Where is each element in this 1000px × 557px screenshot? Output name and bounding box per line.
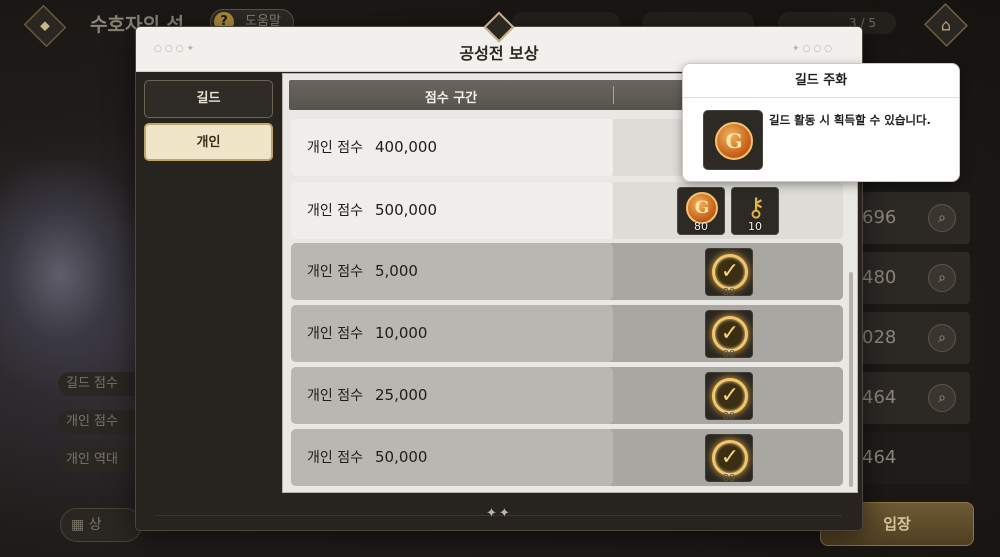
guild-coin-icon: G bbox=[715, 122, 753, 160]
row-label: 개인 점수 50,000 bbox=[291, 429, 613, 486]
bg-score-row: 696 ⌕ bbox=[862, 192, 970, 244]
home-icon: ⌂ bbox=[940, 15, 952, 35]
row-rewards: ✓ 80 bbox=[613, 367, 843, 424]
row-rewards: G 80 ⚷ 10 bbox=[613, 182, 843, 239]
table-row: 개인 점수 50,000 ✓ 80 bbox=[291, 429, 843, 486]
claimed-reward[interactable]: ✓ 80 bbox=[705, 372, 753, 422]
tooltip-item-frame: G bbox=[703, 110, 763, 170]
footer-ornament-icon: ✦✦ bbox=[486, 506, 512, 521]
item-quantity: 80 bbox=[722, 349, 736, 360]
background-right-list: 696 ⌕ 480 ⌕ 028 ⌕ 464 ⌕ 464 bbox=[862, 192, 970, 492]
tooltip-title: 길드 주화 bbox=[683, 64, 959, 98]
tab-guild[interactable]: 길드 bbox=[144, 80, 273, 118]
bg-score-row: 464 ⌕ bbox=[862, 372, 970, 424]
table-row: 개인 점수 500,000 G 80 ⚷ 10 bbox=[291, 182, 843, 239]
bg-score-row: 028 ⌕ bbox=[862, 312, 970, 364]
check-icon: ✓ bbox=[712, 440, 748, 476]
row-label: 개인 점수 400,000 bbox=[291, 119, 613, 176]
row-label: 개인 점수 25,000 bbox=[291, 367, 613, 424]
shop-button[interactable]: ▦ 상 bbox=[60, 508, 142, 542]
back-icon: ◆ bbox=[40, 18, 50, 33]
tab-personal[interactable]: 개인 bbox=[144, 123, 273, 161]
scrollbar[interactable] bbox=[849, 272, 853, 487]
column-divider bbox=[613, 86, 614, 104]
shop-icon: ▦ bbox=[71, 517, 89, 533]
home-button[interactable]: ⌂ bbox=[923, 2, 969, 48]
check-icon: ✓ bbox=[712, 316, 748, 352]
key-item[interactable]: ⚷ 10 bbox=[731, 187, 779, 235]
claimed-reward[interactable]: ✓ 80 bbox=[705, 310, 753, 360]
item-quantity: 80 bbox=[694, 220, 708, 233]
column-header-score-range: 점수 구간 bbox=[424, 91, 478, 106]
row-rewards: ✓ 80 bbox=[613, 243, 843, 300]
item-quantity: 80 bbox=[722, 411, 736, 422]
guild-coin-item[interactable]: G 80 bbox=[677, 187, 725, 235]
table-row: 개인 점수 10,000 ✓ 80 bbox=[291, 305, 843, 362]
item-quantity: 80 bbox=[722, 287, 736, 298]
bg-score-row: 480 ⌕ bbox=[862, 252, 970, 304]
row-label: 개인 점수 10,000 bbox=[291, 305, 613, 362]
back-button[interactable]: ◆ bbox=[23, 4, 67, 48]
table-row: 개인 점수 5,000 ✓ 80 bbox=[291, 243, 843, 300]
tooltip-description: 길드 활동 시 획득할 수 있습니다. bbox=[769, 113, 931, 127]
row-rewards: ✓ 80 bbox=[613, 305, 843, 362]
character-art bbox=[0, 160, 150, 390]
check-icon: ✓ bbox=[712, 378, 748, 414]
row-label: 개인 점수 500,000 bbox=[291, 182, 613, 239]
row-label: 개인 점수 5,000 bbox=[291, 243, 613, 300]
search-icon[interactable]: ⌕ bbox=[928, 324, 956, 352]
search-icon[interactable]: ⌕ bbox=[928, 204, 956, 232]
item-tooltip: 길드 주화 G 길드 활동 시 획득할 수 있습니다. bbox=[682, 63, 960, 182]
check-icon: ✓ bbox=[712, 254, 748, 290]
claimed-reward[interactable]: ✓ 80 bbox=[705, 434, 753, 484]
header-ornament-right: ✦○○○ bbox=[792, 44, 836, 54]
shop-label: 상 bbox=[88, 517, 102, 533]
item-quantity: 10 bbox=[748, 220, 762, 233]
item-quantity: 80 bbox=[722, 473, 736, 484]
row-rewards: ✓ 80 bbox=[613, 429, 843, 486]
search-icon[interactable]: ⌕ bbox=[928, 264, 956, 292]
modal-title: 공성전 보상 bbox=[459, 44, 539, 63]
modal-footer: ✦✦ bbox=[136, 500, 862, 530]
claimed-reward[interactable]: ✓ 80 bbox=[705, 248, 753, 298]
search-icon[interactable]: ⌕ bbox=[928, 384, 956, 412]
bg-score-row: 464 bbox=[862, 432, 970, 484]
table-row: 개인 점수 25,000 ✓ 80 bbox=[291, 367, 843, 424]
